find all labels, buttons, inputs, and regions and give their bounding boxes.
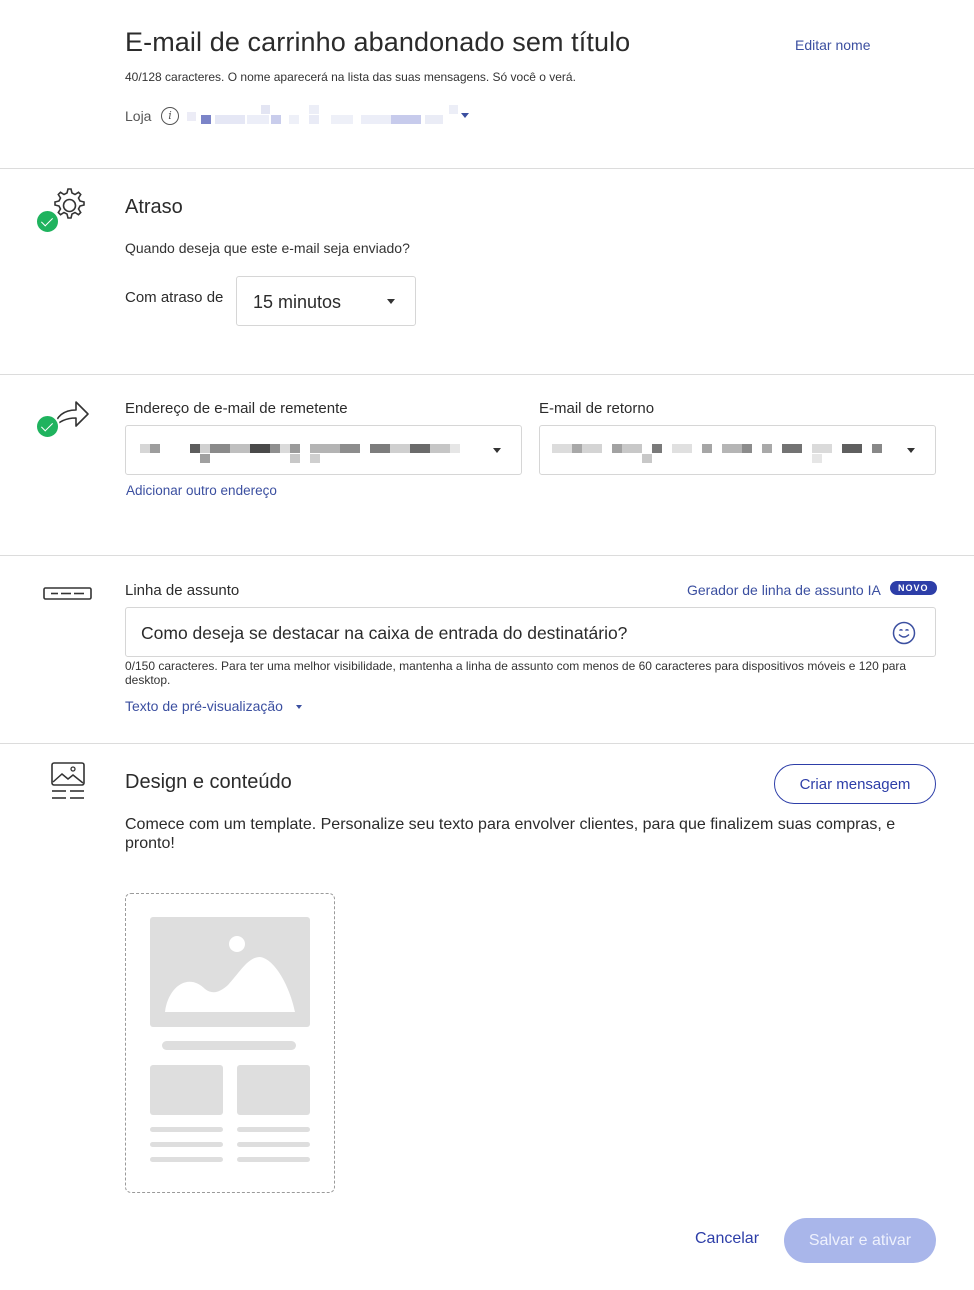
ai-subject-generator-link[interactable]: Gerador de linha de assunto IA	[687, 582, 881, 598]
sender-reply-select[interactable]	[539, 425, 936, 475]
subject-label: Linha de assunto	[125, 582, 240, 599]
check-circle-icon	[35, 209, 60, 234]
template-line	[150, 1142, 223, 1147]
store-select[interactable]	[185, 105, 461, 125]
template-line	[162, 1041, 296, 1050]
preview-text-link: Texto de pré-visualização	[125, 698, 283, 714]
subject-line-icon	[43, 587, 92, 600]
template-image-icon	[51, 762, 85, 799]
subject-input-placeholder: Como deseja se destacar na caixa de entr…	[141, 623, 628, 643]
save-and-activate-button[interactable]: Salvar e ativar	[784, 1218, 936, 1263]
design-description: Comece com um template. Personalize seu …	[125, 816, 896, 852]
page-title: E-mail de carrinho abandonado sem título	[125, 27, 631, 57]
name-hint: 40/128 caracteres. O nome aparecerá na l…	[125, 70, 576, 84]
design-title: Design e conteúdo	[125, 771, 292, 793]
template-block	[150, 1065, 223, 1115]
divider	[0, 555, 974, 556]
store-dropdown-caret[interactable]	[461, 113, 469, 118]
template-line	[237, 1142, 310, 1147]
add-address-link[interactable]: Adicionar outro endereço	[126, 483, 277, 498]
new-badge: NOVO	[890, 581, 937, 595]
subject-input[interactable]: Como deseja se destacar na caixa de entr…	[125, 607, 936, 657]
chevron-down-icon	[387, 299, 395, 304]
check-circle-icon	[35, 414, 60, 439]
chevron-down-icon	[907, 448, 915, 453]
preview-text-toggle[interactable]: Texto de pré-visualização	[125, 698, 302, 716]
delay-question: Quando deseja que este e-mail seja envia…	[125, 240, 410, 256]
template-line	[237, 1157, 310, 1162]
divider	[0, 743, 974, 744]
edit-name-link[interactable]: Editar nome	[795, 37, 870, 53]
store-label: Loja	[125, 108, 152, 124]
create-message-button[interactable]: Criar mensagem	[774, 764, 936, 804]
delay-select[interactable]: 15 minutos	[236, 276, 416, 326]
info-icon[interactable]: i	[161, 107, 179, 125]
template-line	[150, 1127, 223, 1132]
template-line	[237, 1127, 310, 1132]
subject-counter: 0/150 caracteres. Para ter uma melhor vi…	[125, 659, 907, 687]
template-card[interactable]	[125, 893, 335, 1193]
store-name-redacted	[187, 105, 458, 124]
smiley-icon[interactable]	[892, 621, 916, 645]
caret-down-icon	[296, 705, 302, 709]
delay-label: Com atraso de	[125, 289, 224, 306]
sender-address-redacted	[140, 444, 460, 463]
template-line	[150, 1157, 223, 1162]
template-image-placeholder	[150, 917, 310, 1027]
divider	[0, 168, 974, 169]
template-block	[237, 1065, 310, 1115]
reply-address-redacted	[552, 444, 882, 463]
divider	[0, 374, 974, 375]
image-placeholder-icon	[165, 936, 295, 1012]
sender-from-label: Endereço de e-mail de remetente	[125, 400, 348, 417]
delay-title: Atraso	[125, 196, 183, 218]
chevron-down-icon	[493, 448, 501, 453]
sender-reply-label: E-mail de retorno	[539, 400, 655, 417]
delay-select-value: 15 minutos	[253, 292, 342, 312]
sender-from-select[interactable]	[125, 425, 522, 475]
cancel-button[interactable]: Cancelar	[695, 1230, 759, 1248]
